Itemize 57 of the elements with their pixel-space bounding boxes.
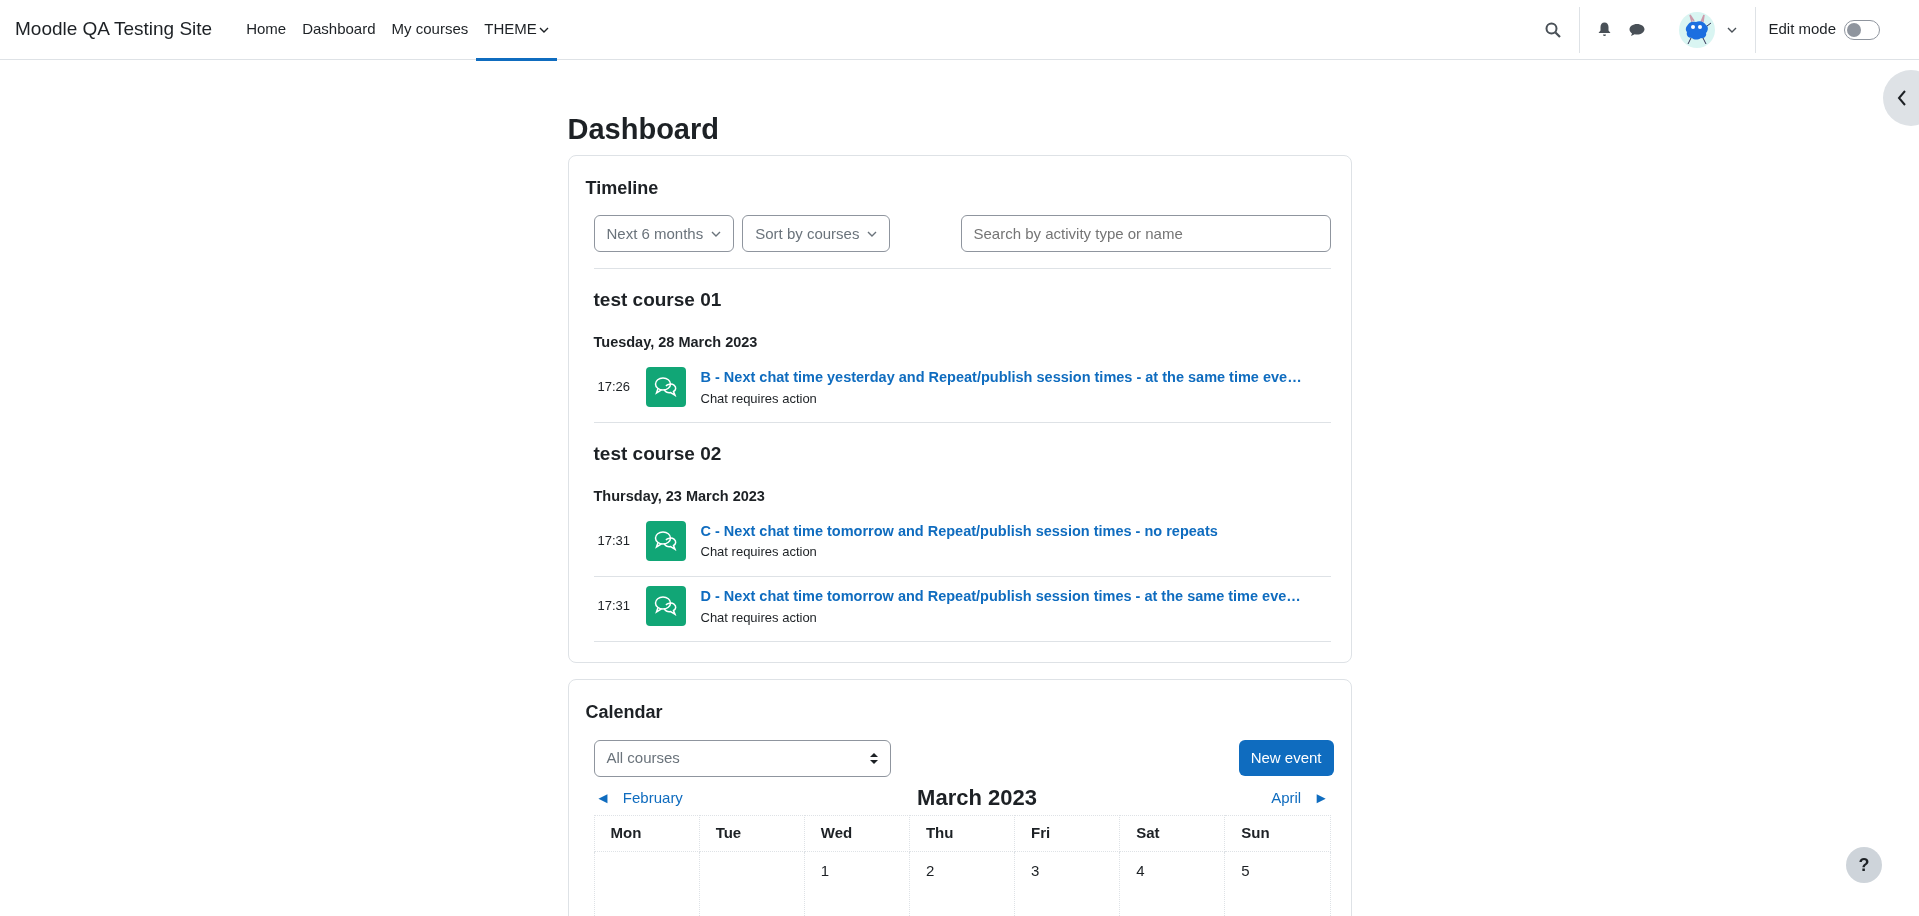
filter-dropdown[interactable]: Sort by courses xyxy=(742,215,891,253)
event-status: Chat requires action xyxy=(700,608,818,627)
course-name: test course 01 xyxy=(593,289,723,313)
next-month-link[interactable]: April ► xyxy=(1271,786,1331,810)
day-number[interactable]: 3 xyxy=(1031,861,1040,879)
activity-icon xyxy=(645,586,686,627)
date-heading: Tuesday, 28 March 2023 xyxy=(593,333,759,353)
weekday-header: Thu xyxy=(909,815,1015,852)
weekday-header: Sat xyxy=(1119,815,1225,852)
day-number[interactable]: 1 xyxy=(820,861,830,879)
date-heading: Thursday, 23 March 2023 xyxy=(593,487,766,506)
course-name: test course 02 xyxy=(593,443,723,466)
monster-avatar-icon xyxy=(1679,11,1716,48)
search-field[interactable]: Search by activity type or name xyxy=(960,215,1331,253)
edit-mode-label: Edit mode xyxy=(1768,19,1836,40)
event-time: 17:31 xyxy=(596,532,632,551)
nav-link[interactable]: My courses xyxy=(383,1,477,61)
caret-icon xyxy=(1727,26,1738,33)
bell-icon xyxy=(1598,22,1612,37)
event-link[interactable]: D - Next chat time tomorrow and Repeat/publish session times - at the same time eve… xyxy=(700,586,1301,608)
event-time: 17:26 xyxy=(596,378,632,397)
day-number[interactable]: 5 xyxy=(1241,861,1250,879)
sort-arrows-icon xyxy=(869,752,878,764)
chevron-left-icon xyxy=(1897,90,1907,106)
weekday-header: Tue xyxy=(699,815,805,852)
filter-dropdown[interactable]: Next 6 months xyxy=(593,215,735,253)
weekday-header: Mon xyxy=(594,815,700,852)
page-title: Dashboard xyxy=(567,112,720,147)
event-link[interactable]: B - Next chat time yesterday and Repeat/publish session times - at the same time eve… xyxy=(700,366,1302,389)
previous-month-link[interactable]: ◄ February xyxy=(593,786,683,810)
nav-link[interactable]: THEME xyxy=(476,1,557,61)
card-title: Calendar xyxy=(585,702,664,724)
speech-bubble-icon xyxy=(1629,22,1646,37)
card-title: Timeline xyxy=(585,177,660,200)
day-number[interactable]: 2 xyxy=(925,861,935,879)
activity-icon xyxy=(645,367,686,408)
new-event-button[interactable]: New event xyxy=(1238,740,1334,777)
weekday-header: Wed xyxy=(804,815,910,852)
month-title: March 2023 xyxy=(917,784,1037,812)
activity-icon xyxy=(645,520,686,561)
event-status: Chat requires action xyxy=(700,543,818,562)
help-button[interactable]: ? xyxy=(1846,847,1882,883)
event-link[interactable]: C - Next chat time tomorrow and Repeat/publish session times - no repeats xyxy=(700,520,1218,543)
course-select[interactable]: All courses xyxy=(593,739,891,777)
caret-icon xyxy=(711,230,722,237)
site-name[interactable]: Moodle QA Testing Site xyxy=(15,15,213,44)
event-time: 17:31 xyxy=(596,597,632,616)
search-icon xyxy=(1545,21,1562,38)
edit-mode-switch[interactable] xyxy=(1844,19,1880,40)
weekday-header: Fri xyxy=(1014,815,1120,852)
nav-link[interactable]: Home xyxy=(238,1,295,61)
caret-icon xyxy=(867,230,878,237)
event-status: Chat requires action xyxy=(700,389,818,408)
nav-link[interactable]: Dashboard xyxy=(294,1,384,61)
day-number[interactable]: 4 xyxy=(1136,861,1145,879)
weekday-header: Sun xyxy=(1224,815,1330,852)
caret-icon xyxy=(538,27,549,34)
